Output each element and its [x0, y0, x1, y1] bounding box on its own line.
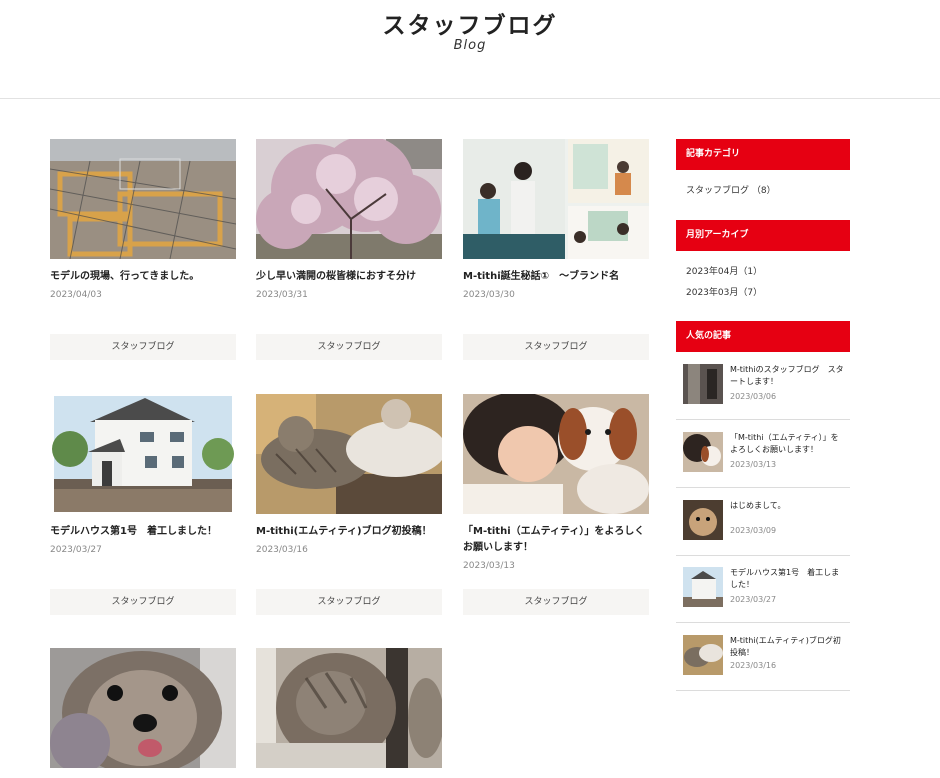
page-title: スタッフブログ — [382, 13, 558, 39]
post-card[interactable] — [256, 648, 442, 778]
popular-widget-heading: 人気の記事 — [676, 321, 850, 352]
post-card[interactable]: 少し早い満開の桜皆様におすそ分け 2023/03/31 スタッフブログ — [256, 139, 442, 361]
popular-post-title[interactable]: M-tithiのスタッフブログ スタートします！ — [730, 364, 845, 388]
family-collage-photo[interactable] — [463, 139, 649, 259]
post-title[interactable]: モデルハウス第1号 着工しました！ — [50, 524, 250, 540]
category-button[interactable]: スタッフブログ — [50, 589, 236, 615]
model-house-photo[interactable] — [50, 394, 236, 514]
popular-post-date: 2023/03/16 — [730, 661, 777, 670]
post-card[interactable]: モデルの現場、行ってきました。 2023/04/03 スタッフブログ — [50, 139, 236, 361]
popular-post-title[interactable]: はじめまして。 — [730, 500, 845, 512]
category-button[interactable]: スタッフブログ — [50, 334, 236, 360]
cats-photo[interactable] — [256, 394, 442, 514]
popular-post-date: 2023/03/06 — [730, 392, 777, 401]
category-widget-heading: 記事カテゴリ — [676, 139, 850, 170]
post-title[interactable]: M-tithi(エムティティ)ブログ初投稿！ — [256, 524, 456, 540]
popular-post-thumbnail[interactable] — [683, 500, 723, 540]
popular-post-item[interactable]: M-tithi(エムティティ)ブログ初投稿！ 2023/03/16 — [676, 623, 850, 691]
construction-photo[interactable] — [50, 139, 236, 259]
post-card[interactable]: モデルハウス第1号 着工しました！ 2023/03/27 スタッフブログ — [50, 394, 236, 616]
popular-post-title[interactable]: M-tithi(エムティティ)ブログ初投稿！ — [730, 635, 845, 659]
post-card[interactable]: M-tithi(エムティティ)ブログ初投稿！ 2023/03/16 スタッフブロ… — [256, 394, 442, 616]
post-date: 2023/03/16 — [256, 545, 308, 555]
popular-post-title[interactable]: 「M-tithi（エムティティ）」をよろしくお願いします！ — [730, 432, 845, 456]
archive-widget-heading: 月別アーカイブ — [676, 220, 850, 251]
post-card[interactable]: M-tithi誕生秘話① ～ブランド名 2023/03/30 スタッフブログ — [463, 139, 649, 361]
post-date: 2023/03/13 — [463, 561, 515, 571]
popular-post-item[interactable]: モデルハウス第1号 着工しました！ 2023/03/27 — [676, 555, 850, 623]
category-button[interactable]: スタッフブログ — [463, 334, 649, 360]
post-title[interactable]: 少し早い満開の桜皆様におすそ分け — [256, 269, 456, 285]
archive-link[interactable]: 2023年03月（7） — [686, 285, 762, 298]
kitten-photo[interactable] — [256, 648, 442, 768]
popular-post-date: 2023/03/27 — [730, 595, 777, 604]
dog-photo[interactable] — [50, 648, 236, 768]
popular-post-date: 2023/03/13 — [730, 460, 777, 469]
post-title[interactable]: モデルの現場、行ってきました。 — [50, 269, 250, 285]
post-date: 2023/03/30 — [463, 290, 515, 300]
page-subtitle: Blog — [453, 38, 487, 53]
post-card[interactable]: 「M-tithi（エムティティ）」をよろしくお願いします！ 2023/03/13… — [463, 394, 649, 616]
popular-post-item[interactable]: 「M-tithi（エムティティ）」をよろしくお願いします！ 2023/03/13 — [676, 420, 850, 488]
popular-post-title[interactable]: モデルハウス第1号 着工しました！ — [730, 567, 845, 591]
category-button[interactable]: スタッフブログ — [256, 334, 442, 360]
popular-post-thumbnail[interactable] — [683, 567, 723, 607]
popular-post-thumbnail[interactable] — [683, 364, 723, 404]
archive-link[interactable]: 2023年04月（1） — [686, 264, 762, 277]
popular-post-item[interactable]: M-tithiのスタッフブログ スタートします！ 2023/03/06 — [676, 352, 850, 420]
post-title[interactable]: M-tithi誕生秘話① ～ブランド名 — [463, 269, 663, 285]
category-button[interactable]: スタッフブログ — [256, 589, 442, 615]
post-title[interactable]: 「M-tithi（エムティティ）」をよろしくお願いします！ — [463, 524, 649, 556]
category-button[interactable]: スタッフブログ — [463, 589, 649, 615]
cherry-blossom-photo[interactable] — [256, 139, 442, 259]
post-date: 2023/03/31 — [256, 290, 308, 300]
post-card[interactable] — [50, 648, 236, 778]
popular-post-thumbnail[interactable] — [683, 635, 723, 675]
post-date: 2023/04/03 — [50, 290, 102, 300]
post-date: 2023/03/27 — [50, 545, 102, 555]
popular-post-item[interactable]: はじめまして。 2023/03/09 — [676, 488, 850, 556]
popular-post-date: 2023/03/09 — [730, 526, 777, 535]
girl-puppy-photo[interactable] — [463, 394, 649, 514]
popular-post-thumbnail[interactable] — [683, 432, 723, 472]
page-header: スタッフブログ Blog — [0, 0, 940, 99]
sidebar-category-link[interactable]: スタッフブログ （8） — [686, 183, 776, 196]
